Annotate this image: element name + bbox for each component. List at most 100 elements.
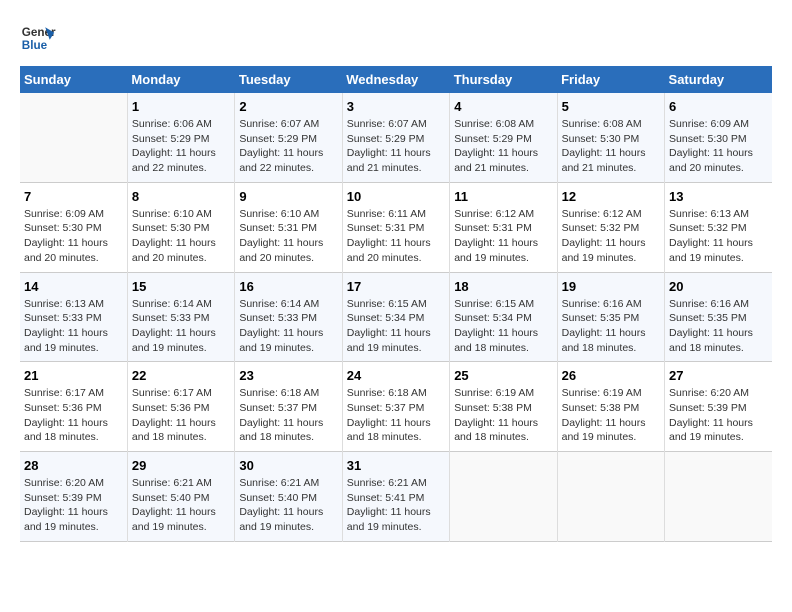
day-info: Sunrise: 6:18 AMSunset: 5:37 PMDaylight:…: [239, 386, 337, 445]
calendar-day-cell: 13 Sunrise: 6:13 AMSunset: 5:32 PMDaylig…: [665, 182, 772, 272]
day-number: 13: [669, 189, 768, 204]
calendar-day-cell: 15 Sunrise: 6:14 AMSunset: 5:33 PMDaylig…: [127, 272, 234, 362]
day-info: Sunrise: 6:12 AMSunset: 5:32 PMDaylight:…: [562, 207, 660, 266]
day-number: 5: [562, 99, 660, 114]
calendar-day-cell: 17 Sunrise: 6:15 AMSunset: 5:34 PMDaylig…: [342, 272, 449, 362]
calendar-day-cell: 31 Sunrise: 6:21 AMSunset: 5:41 PMDaylig…: [342, 452, 449, 542]
calendar-week-row: 21 Sunrise: 6:17 AMSunset: 5:36 PMDaylig…: [20, 362, 772, 452]
calendar-day-cell: 21 Sunrise: 6:17 AMSunset: 5:36 PMDaylig…: [20, 362, 127, 452]
calendar-day-cell: 18 Sunrise: 6:15 AMSunset: 5:34 PMDaylig…: [450, 272, 557, 362]
day-number: 30: [239, 458, 337, 473]
day-number: 6: [669, 99, 768, 114]
day-info: Sunrise: 6:18 AMSunset: 5:37 PMDaylight:…: [347, 386, 445, 445]
calendar-week-row: 14 Sunrise: 6:13 AMSunset: 5:33 PMDaylig…: [20, 272, 772, 362]
day-number: 18: [454, 279, 552, 294]
calendar-day-cell: 6 Sunrise: 6:09 AMSunset: 5:30 PMDayligh…: [665, 93, 772, 182]
calendar-day-cell: 14 Sunrise: 6:13 AMSunset: 5:33 PMDaylig…: [20, 272, 127, 362]
day-number: 23: [239, 368, 337, 383]
calendar-table: SundayMondayTuesdayWednesdayThursdayFrid…: [20, 66, 772, 542]
calendar-week-row: 7 Sunrise: 6:09 AMSunset: 5:30 PMDayligh…: [20, 182, 772, 272]
calendar-day-cell: 29 Sunrise: 6:21 AMSunset: 5:40 PMDaylig…: [127, 452, 234, 542]
weekday-header-cell: Monday: [127, 66, 234, 93]
day-number: 14: [24, 279, 123, 294]
day-info: Sunrise: 6:07 AMSunset: 5:29 PMDaylight:…: [347, 117, 445, 176]
day-info: Sunrise: 6:08 AMSunset: 5:30 PMDaylight:…: [562, 117, 660, 176]
day-number: 17: [347, 279, 445, 294]
day-number: 16: [239, 279, 337, 294]
day-info: Sunrise: 6:21 AMSunset: 5:40 PMDaylight:…: [239, 476, 337, 535]
day-number: 1: [132, 99, 230, 114]
day-info: Sunrise: 6:17 AMSunset: 5:36 PMDaylight:…: [132, 386, 230, 445]
day-number: 22: [132, 368, 230, 383]
calendar-day-cell: 28 Sunrise: 6:20 AMSunset: 5:39 PMDaylig…: [20, 452, 127, 542]
calendar-day-cell: 5 Sunrise: 6:08 AMSunset: 5:30 PMDayligh…: [557, 93, 664, 182]
day-number: 19: [562, 279, 660, 294]
calendar-day-cell: 16 Sunrise: 6:14 AMSunset: 5:33 PMDaylig…: [235, 272, 342, 362]
day-info: Sunrise: 6:15 AMSunset: 5:34 PMDaylight:…: [454, 297, 552, 356]
day-number: 21: [24, 368, 123, 383]
day-info: Sunrise: 6:09 AMSunset: 5:30 PMDaylight:…: [669, 117, 768, 176]
day-info: Sunrise: 6:19 AMSunset: 5:38 PMDaylight:…: [562, 386, 660, 445]
day-number: 9: [239, 189, 337, 204]
day-number: 20: [669, 279, 768, 294]
calendar-day-cell: 1 Sunrise: 6:06 AMSunset: 5:29 PMDayligh…: [127, 93, 234, 182]
calendar-day-cell: 19 Sunrise: 6:16 AMSunset: 5:35 PMDaylig…: [557, 272, 664, 362]
weekday-header-cell: Thursday: [450, 66, 557, 93]
day-number: 11: [454, 189, 552, 204]
day-info: Sunrise: 6:10 AMSunset: 5:31 PMDaylight:…: [239, 207, 337, 266]
day-info: Sunrise: 6:11 AMSunset: 5:31 PMDaylight:…: [347, 207, 445, 266]
weekday-header-cell: Sunday: [20, 66, 127, 93]
day-number: 7: [24, 189, 123, 204]
calendar-day-cell: 9 Sunrise: 6:10 AMSunset: 5:31 PMDayligh…: [235, 182, 342, 272]
calendar-day-cell: 24 Sunrise: 6:18 AMSunset: 5:37 PMDaylig…: [342, 362, 449, 452]
day-info: Sunrise: 6:20 AMSunset: 5:39 PMDaylight:…: [24, 476, 123, 535]
calendar-header: SundayMondayTuesdayWednesdayThursdayFrid…: [20, 66, 772, 93]
day-info: Sunrise: 6:12 AMSunset: 5:31 PMDaylight:…: [454, 207, 552, 266]
day-number: 10: [347, 189, 445, 204]
day-info: Sunrise: 6:13 AMSunset: 5:32 PMDaylight:…: [669, 207, 768, 266]
day-info: Sunrise: 6:13 AMSunset: 5:33 PMDaylight:…: [24, 297, 123, 356]
calendar-day-cell: [450, 452, 557, 542]
calendar-body: 1 Sunrise: 6:06 AMSunset: 5:29 PMDayligh…: [20, 93, 772, 541]
calendar-day-cell: 8 Sunrise: 6:10 AMSunset: 5:30 PMDayligh…: [127, 182, 234, 272]
calendar-day-cell: 4 Sunrise: 6:08 AMSunset: 5:29 PMDayligh…: [450, 93, 557, 182]
day-number: 3: [347, 99, 445, 114]
day-number: 29: [132, 458, 230, 473]
calendar-day-cell: 27 Sunrise: 6:20 AMSunset: 5:39 PMDaylig…: [665, 362, 772, 452]
day-number: 25: [454, 368, 552, 383]
day-info: Sunrise: 6:10 AMSunset: 5:30 PMDaylight:…: [132, 207, 230, 266]
weekday-header-row: SundayMondayTuesdayWednesdayThursdayFrid…: [20, 66, 772, 93]
day-number: 4: [454, 99, 552, 114]
day-info: Sunrise: 6:17 AMSunset: 5:36 PMDaylight:…: [24, 386, 123, 445]
day-number: 28: [24, 458, 123, 473]
day-info: Sunrise: 6:16 AMSunset: 5:35 PMDaylight:…: [669, 297, 768, 356]
day-number: 26: [562, 368, 660, 383]
calendar-day-cell: 25 Sunrise: 6:19 AMSunset: 5:38 PMDaylig…: [450, 362, 557, 452]
day-info: Sunrise: 6:08 AMSunset: 5:29 PMDaylight:…: [454, 117, 552, 176]
svg-text:Blue: Blue: [22, 39, 48, 52]
day-info: Sunrise: 6:21 AMSunset: 5:41 PMDaylight:…: [347, 476, 445, 535]
weekday-header-cell: Tuesday: [235, 66, 342, 93]
day-info: Sunrise: 6:19 AMSunset: 5:38 PMDaylight:…: [454, 386, 552, 445]
calendar-day-cell: 22 Sunrise: 6:17 AMSunset: 5:36 PMDaylig…: [127, 362, 234, 452]
day-info: Sunrise: 6:16 AMSunset: 5:35 PMDaylight:…: [562, 297, 660, 356]
logo: General Blue: [20, 20, 56, 56]
day-number: 31: [347, 458, 445, 473]
calendar-day-cell: [20, 93, 127, 182]
calendar-day-cell: 3 Sunrise: 6:07 AMSunset: 5:29 PMDayligh…: [342, 93, 449, 182]
calendar-day-cell: 2 Sunrise: 6:07 AMSunset: 5:29 PMDayligh…: [235, 93, 342, 182]
day-number: 24: [347, 368, 445, 383]
calendar-day-cell: 12 Sunrise: 6:12 AMSunset: 5:32 PMDaylig…: [557, 182, 664, 272]
calendar-day-cell: 10 Sunrise: 6:11 AMSunset: 5:31 PMDaylig…: [342, 182, 449, 272]
day-number: 8: [132, 189, 230, 204]
day-number: 27: [669, 368, 768, 383]
calendar-day-cell: [665, 452, 772, 542]
day-info: Sunrise: 6:21 AMSunset: 5:40 PMDaylight:…: [132, 476, 230, 535]
day-number: 12: [562, 189, 660, 204]
calendar-week-row: 1 Sunrise: 6:06 AMSunset: 5:29 PMDayligh…: [20, 93, 772, 182]
weekday-header-cell: Friday: [557, 66, 664, 93]
day-info: Sunrise: 6:15 AMSunset: 5:34 PMDaylight:…: [347, 297, 445, 356]
day-info: Sunrise: 6:06 AMSunset: 5:29 PMDaylight:…: [132, 117, 230, 176]
day-info: Sunrise: 6:14 AMSunset: 5:33 PMDaylight:…: [239, 297, 337, 356]
logo-icon: General Blue: [20, 20, 56, 56]
